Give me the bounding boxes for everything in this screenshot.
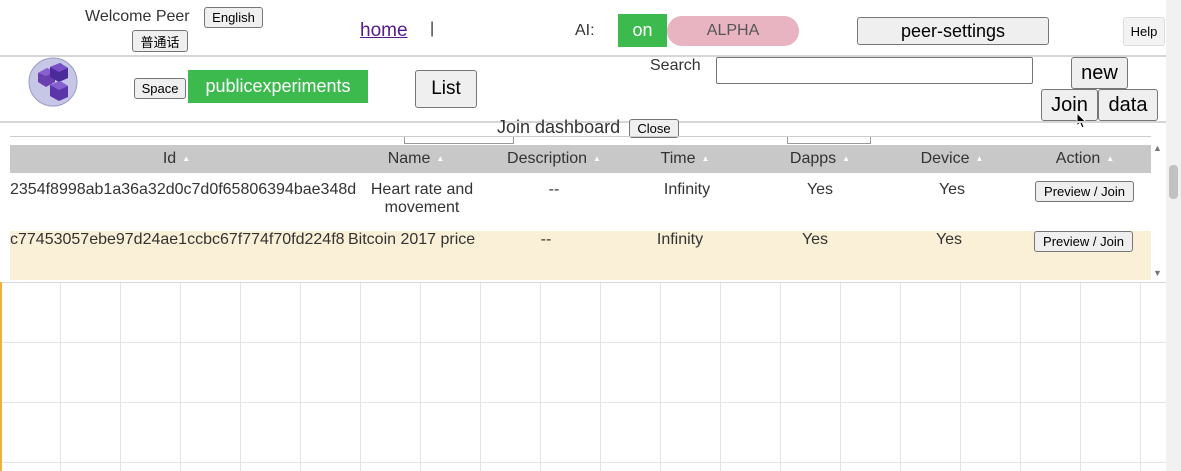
scroll-up-icon[interactable]: ▲	[1153, 143, 1162, 153]
row-description: --	[548, 181, 560, 198]
row-name: Bitcoin 2017 price	[348, 231, 476, 248]
scroll-down-icon[interactable]: ▼	[1153, 268, 1162, 278]
grid-left-accent	[0, 282, 2, 471]
alpha-badge: ALPHA	[667, 16, 799, 46]
new-button[interactable]: new	[1071, 57, 1128, 89]
row-id: 2354f8998ab1a36a32d0c7d0f65806394bae348d	[10, 181, 357, 198]
row-device: Yes	[935, 231, 963, 248]
space-button[interactable]: Space	[134, 78, 186, 99]
search-label: Search	[650, 57, 701, 74]
page-scrollbar[interactable]	[1166, 0, 1181, 471]
row-dapps: Yes	[801, 231, 829, 248]
preview-join-button[interactable]: Preview / Join	[1035, 181, 1134, 202]
dashboard-title: Join dashboard	[497, 117, 621, 137]
column-header-device[interactable]: Device ▲	[902, 145, 1002, 173]
list-button[interactable]: List	[415, 70, 477, 108]
row-time: Infinity	[663, 181, 711, 198]
column-header-id[interactable]: Id ▲	[10, 145, 343, 173]
search-input[interactable]	[716, 57, 1033, 84]
column-header-dapps[interactable]: Dapps ▲	[770, 145, 870, 173]
data-button[interactable]: data	[1098, 89, 1158, 121]
ai-toggle-button[interactable]: on	[618, 14, 667, 47]
grid-top-border	[0, 282, 1166, 283]
column-header-description[interactable]: Description ▲	[497, 145, 611, 173]
page-scrollbar-thumb[interactable]	[1169, 165, 1178, 199]
peer-settings-button[interactable]: peer-settings	[857, 17, 1049, 45]
row-id: c77453057ebe97d24ae1ccbc67f774f70fd224f8	[10, 231, 345, 248]
row-time: Infinity	[656, 231, 704, 248]
chinese-button[interactable]: 普通话	[132, 30, 188, 52]
nav-separator: |	[430, 20, 435, 37]
space-name-button[interactable]: publicexperiments	[188, 70, 368, 103]
column-header-action[interactable]: Action ▲	[1035, 145, 1135, 173]
column-header-name[interactable]: Name ▲	[366, 145, 466, 173]
row-name: Heart rate and movement	[370, 181, 474, 216]
help-button[interactable]: Help	[1123, 17, 1165, 46]
grid-canvas[interactable]	[0, 282, 1166, 471]
row-dapps: Yes	[806, 181, 834, 198]
row-device: Yes	[938, 181, 966, 198]
logo-cubes-icon	[28, 57, 78, 107]
english-button[interactable]: English	[204, 7, 263, 28]
row-description: --	[540, 231, 552, 248]
home-link[interactable]: home	[360, 20, 408, 42]
welcome-text: Welcome Peer	[85, 8, 190, 25]
preview-join-button[interactable]: Preview / Join	[1034, 231, 1133, 252]
column-header-time[interactable]: Time ▲	[640, 145, 730, 173]
ai-label: AI:	[575, 22, 595, 39]
join-button[interactable]: Join	[1041, 89, 1098, 121]
